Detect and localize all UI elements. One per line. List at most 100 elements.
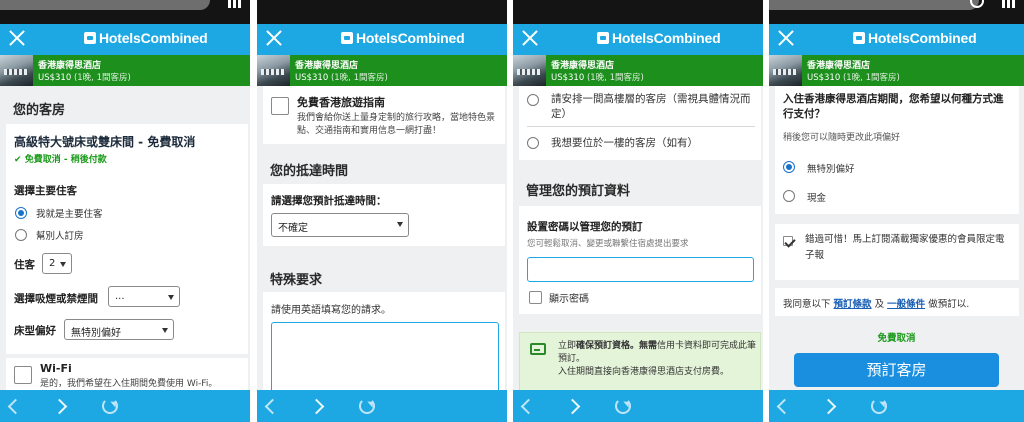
newsletter-text: 錯過可惜！馬上訂閱滿載獨家優惠的會員限定電子報 — [805, 234, 1005, 261]
check-icon: ✔ — [14, 155, 22, 165]
free-cancel-note: ✔ 免費取消 - 稍後付款 — [14, 152, 107, 165]
guest-other-label: 幫別人訂房 — [36, 231, 84, 242]
divider — [527, 126, 755, 127]
bed-label: 床型偏好 — [14, 325, 56, 337]
payment-card: 入住香港康得思酒店期間，您希望以何種方式進行支付？ 稍後您可以隨時更改此項偏好 … — [775, 86, 1019, 214]
hotel-thumbnail — [0, 55, 33, 86]
password-desc: 您可輕鬆取消、變更或聯繫住宿處提出要求 — [527, 239, 689, 249]
terms-text: 我同意以下 預訂條款 及 一般條件 做預訂以. — [783, 296, 969, 310]
refresh-icon[interactable] — [102, 398, 118, 414]
guests-select[interactable]: 2 — [42, 253, 72, 274]
password-input[interactable] — [527, 257, 754, 282]
refresh-icon[interactable] — [871, 398, 887, 414]
status-bar — [257, 0, 507, 24]
arrival-label: 請選擇您預計抵達時間： — [271, 195, 387, 207]
guest-label: 選擇主要住客 — [14, 185, 77, 197]
secure-booking-text: 立即確保預訂資格。無需信用卡資料即可完成此筆預訂。 入住期間直接向香港康得思酒店支… — [558, 340, 758, 379]
close-icon[interactable] — [265, 29, 283, 47]
screen-3: HotelsCombined 香港康得思酒店 US$310 (1晚, 1間客房)… — [513, 0, 763, 422]
bed-value: 無特別偏好 — [71, 328, 121, 339]
refresh-icon[interactable] — [615, 398, 631, 414]
hotel-price: US$310 (1晚, 1間客房) — [295, 71, 388, 83]
status-bar — [769, 0, 1024, 24]
logo-text: HotelsCombined — [356, 30, 465, 46]
close-icon[interactable] — [777, 29, 795, 47]
smoking-label: 選擇吸煙或禁煙間 — [14, 293, 98, 305]
general-conditions-link[interactable]: 一般條件 — [887, 299, 925, 310]
forward-icon[interactable] — [52, 397, 70, 415]
price-value: US$310 — [295, 73, 329, 83]
manage-title: 管理您的預訂資料 — [526, 184, 631, 199]
book-room-button[interactable]: 預訂客房 — [794, 353, 999, 387]
no-preference-radio[interactable] — [783, 161, 795, 173]
back-icon[interactable] — [773, 397, 791, 415]
refresh-icon[interactable] — [359, 398, 375, 414]
show-password-checkbox[interactable] — [529, 291, 542, 304]
app-header: HotelsCombined — [0, 24, 250, 55]
close-icon[interactable] — [521, 29, 539, 47]
free-cancel-label: 免費取消 — [877, 333, 916, 344]
page-content: 請安排一間高樓層的客房（需視具體情況而定） 我想要位於一樓的客房（如有） 管理您… — [513, 86, 763, 390]
forward-icon[interactable] — [309, 397, 327, 415]
status-bar — [0, 0, 250, 24]
manage-card: 設置密碼以管理您的預訂 您可輕鬆取消、變更或聯繫住宿處提出要求 顯示密碼 — [519, 206, 761, 314]
price-note: (1晚, 1間客房) — [73, 73, 131, 83]
back-icon[interactable] — [4, 397, 22, 415]
wifi-checkbox[interactable] — [14, 366, 32, 384]
no-preference-label: 無特別偏好 — [807, 164, 855, 175]
signal-icon — [228, 0, 242, 8]
agree-prefix: 我同意以下 — [783, 299, 831, 310]
back-icon[interactable] — [261, 397, 279, 415]
guide-checkbox[interactable] — [271, 97, 289, 115]
app-header: HotelsCombined — [513, 24, 763, 55]
arrival-value: 不確定 — [278, 223, 308, 234]
logo-text: HotelsCombined — [612, 30, 721, 46]
room-title: 高級特大號床或雙床間 - 免費取消 — [14, 135, 196, 149]
guest-self-radio[interactable] — [15, 207, 27, 219]
hotel-summary: 香港康得思酒店 US$310 (1晚, 1間客房) — [257, 55, 507, 86]
arrival-card: 請選擇您預計抵達時間： 不確定 — [263, 184, 505, 246]
hotel-summary: 香港康得思酒店 US$310 (1晚, 1間客房) — [513, 55, 763, 86]
back-icon[interactable] — [517, 397, 535, 415]
booking-terms-link[interactable]: 預訂條款 — [834, 299, 872, 310]
app-header: HotelsCombined — [769, 24, 1024, 55]
signal-icon — [1002, 0, 1016, 8]
page-content: 免費香港旅遊指南 我們會給你送上量身定制的旅行攻略，當地特色景點、交通指南和實用… — [257, 86, 507, 390]
special-card: 請使用英語填寫您的請求。 — [263, 292, 505, 390]
cash-label: 現金 — [807, 193, 827, 204]
page-content: 您的客房 高級特大號床或雙床間 - 免費取消 ✔ 免費取消 - 稍後付款 選擇主… — [0, 86, 250, 390]
forward-icon[interactable] — [821, 397, 839, 415]
browser-nav — [257, 390, 507, 422]
newsletter-checkbox[interactable] — [783, 236, 793, 246]
secure-text-bold: 確保預訂資格。無需 — [576, 341, 658, 351]
high-floor-radio[interactable] — [527, 94, 539, 106]
wifi-title: Wi-Fi — [40, 362, 72, 375]
hotel-summary: 香港康得思酒店 US$310 (1晚, 1間客房) — [769, 55, 1024, 86]
guest-self-label: 我就是主要住客 — [36, 209, 103, 220]
bed-select[interactable]: 無特別偏好 — [64, 319, 174, 340]
logo-icon — [853, 32, 865, 44]
browser-nav — [769, 390, 1024, 422]
special-request-textarea[interactable] — [271, 322, 499, 390]
close-icon[interactable] — [8, 29, 26, 47]
and-text: 及 — [874, 299, 885, 310]
forward-icon[interactable] — [565, 397, 583, 415]
guest-other-radio[interactable] — [15, 229, 27, 241]
guide-title: 免費香港旅遊指南 — [297, 96, 385, 109]
secure-booking-card: 立即確保預訂資格。無需信用卡資料即可完成此筆預訂。 入住期間直接向香港康得思酒店支… — [519, 332, 761, 390]
room-preferences-card: 請安排一間高樓層的客房（需視具體情況而定） 我想要位於一樓的客房（如有） — [519, 86, 761, 160]
hotel-summary: 香港康得思酒店 US$310 (1晚, 1間客房) — [0, 55, 250, 86]
hotel-name: 香港康得思酒店 — [295, 61, 359, 71]
arrival-select[interactable]: 不確定 — [271, 213, 409, 237]
newsletter-card: 錯過可惜！馬上訂閱滿載獨家優惠的會員限定電子報 — [775, 224, 1019, 280]
alarm-icon — [970, 0, 984, 8]
price-note: (1晚, 1間客房) — [330, 73, 388, 83]
smoking-select[interactable]: ... — [108, 286, 180, 307]
high-floor-label: 請安排一間高樓層的客房（需視具體情況而定） — [551, 93, 751, 120]
page-content: 入住香港康得思酒店期間，您希望以何種方式進行支付？ 稍後您可以隨時更改此項偏好 … — [769, 86, 1024, 390]
guide-card: 免費香港旅遊指南 我們會給你送上量身定制的旅行攻略，當地特色景點、交通指南和實用… — [263, 86, 505, 144]
terms-card: 我同意以下 預訂條款 及 一般條件 做預訂以. — [775, 288, 1019, 316]
cash-radio[interactable] — [783, 190, 795, 202]
ground-floor-radio[interactable] — [527, 137, 539, 149]
price-value: US$310 — [551, 73, 585, 83]
